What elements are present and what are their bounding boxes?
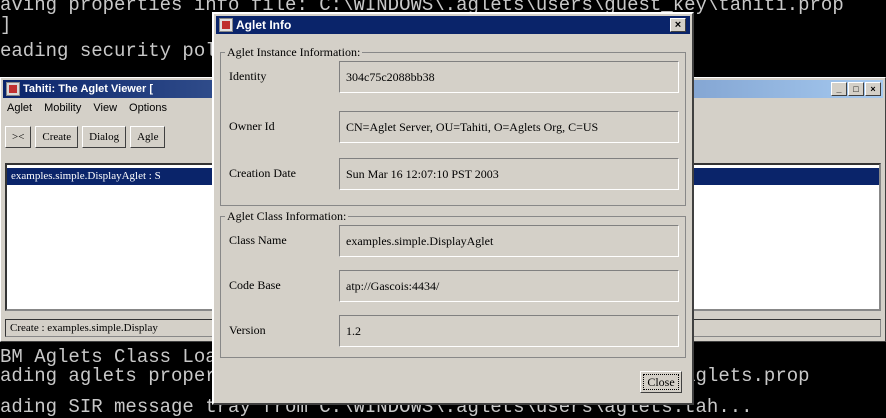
- aglet-info-dialog: Aglet Info × Aglet Instance Information:…: [212, 12, 694, 405]
- version-row: Version 1.2: [229, 315, 681, 347]
- class-info-group: Aglet Class Information: Class Name exam…: [220, 209, 686, 358]
- version-field[interactable]: 1.2: [339, 315, 679, 347]
- creation-label: Creation Date: [229, 166, 296, 180]
- instance-info-group: Aglet Instance Information: Identity 304…: [220, 45, 686, 206]
- classname-label: Class Name: [229, 233, 287, 247]
- goto-button[interactable]: ><: [5, 126, 32, 148]
- owner-row: Owner Id CN=Aglet Server, OU=Tahiti, O=A…: [229, 111, 681, 143]
- dialog-titlebar[interactable]: Aglet Info: [216, 16, 690, 34]
- close-icon[interactable]: ×: [670, 18, 686, 32]
- classname-field[interactable]: examples.simple.DisplayAglet: [339, 225, 679, 257]
- menu-mobility[interactable]: Mobility: [44, 102, 81, 114]
- minimize-button[interactable]: _: [831, 82, 847, 96]
- creation-row: Creation Date Sun Mar 16 12:07:10 PST 20…: [229, 158, 681, 190]
- version-label: Version: [229, 323, 266, 337]
- dialog-title: Aglet Info: [236, 18, 292, 32]
- tahiti-title: Tahiti: The Aglet Viewer [: [23, 83, 153, 95]
- codebase-row: Code Base atp://Gascois:4434/: [229, 270, 681, 302]
- identity-row: Identity 304c75c2088bb38: [229, 61, 681, 93]
- dialog-button[interactable]: Dialog: [82, 126, 127, 148]
- creation-field[interactable]: Sun Mar 16 12:07:10 PST 2003: [339, 158, 679, 190]
- toolbar: >< Create Dialog Agle: [5, 126, 166, 148]
- identity-label: Identity: [229, 69, 267, 83]
- menu-view[interactable]: View: [93, 102, 117, 114]
- codebase-label: Code Base: [229, 278, 281, 292]
- aglet-app-icon: [219, 18, 233, 32]
- owner-field[interactable]: CN=Aglet Server, OU=Tahiti, O=Aglets Org…: [339, 111, 679, 143]
- owner-label: Owner Id: [229, 119, 275, 133]
- create-button[interactable]: Create: [35, 126, 79, 148]
- menu-options[interactable]: Options: [129, 102, 167, 114]
- codebase-field[interactable]: atp://Gascois:4434/: [339, 270, 679, 302]
- aglet-info-button[interactable]: Agle: [130, 126, 166, 148]
- classname-row: Class Name examples.simple.DisplayAglet: [229, 225, 681, 257]
- class-group-label: Aglet Class Information:: [225, 209, 349, 224]
- close-button[interactable]: Close: [640, 371, 682, 393]
- menu-bar: Aglet Mobility View Options: [7, 102, 167, 114]
- identity-field[interactable]: 304c75c2088bb38: [339, 61, 679, 93]
- instance-group-label: Aglet Instance Information:: [225, 45, 363, 60]
- aglet-app-icon: [6, 82, 20, 96]
- menu-aglet[interactable]: Aglet: [7, 102, 32, 114]
- close-window-button[interactable]: ×: [865, 82, 881, 96]
- console-line: ]: [0, 14, 12, 36]
- maximize-button[interactable]: □: [848, 82, 864, 96]
